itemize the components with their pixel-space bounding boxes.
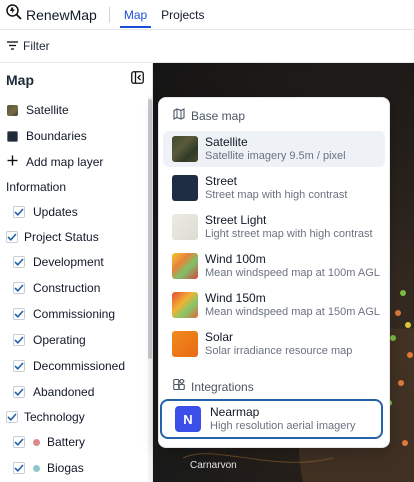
basemap-option-satellite[interactable]: Satellite Satellite imagery 9.5m / pixel [163,131,385,167]
filter-icon[interactable] [7,39,18,53]
integrations-section-header: Integrations [173,378,254,394]
map-icon [173,108,185,123]
top-navbar: RenewMap Map Projects [0,0,414,30]
add-map-layer-button[interactable]: Add map layer [0,149,152,175]
toggle-label: Updates [33,205,78,219]
basemap-option-street[interactable]: Street Street map with high contrast [163,170,385,206]
sidebar-scrollbar-thumb[interactable] [148,99,152,359]
option-desc: Street map with high contrast [205,189,348,201]
option-desc: Mean windspeed map at 150m AGL [205,306,380,318]
status-commissioning[interactable]: Commissioning [0,301,152,327]
collapse-sidebar-icon[interactable] [131,71,144,89]
option-title: Wind 150m [205,291,266,305]
layer-label: Boundaries [26,129,87,143]
basemap-section-header: Base map [173,108,245,123]
option-title: Wind 100m [205,252,266,266]
option-desc: High resolution aerial imagery [210,420,356,432]
brand-name: RenewMap [26,6,97,23]
technology-battery[interactable]: Battery [0,429,152,455]
option-title: Street Light [205,213,267,227]
option-desc: Light street map with high contrast [205,228,373,240]
filter-bar: Filter [0,30,414,63]
status-development[interactable]: Development [0,249,152,275]
brand-logo[interactable]: RenewMap [0,3,97,26]
integrations-section-title: Integrations [191,379,254,394]
nav-divider [108,6,110,23]
filter-button[interactable]: Filter [23,39,50,53]
checkbox-checked-icon[interactable] [13,386,25,398]
sidebar-title: Map [6,72,34,88]
status-label: Construction [33,281,101,295]
integration-option-nearmap[interactable]: N Nearmap High resolution aerial imagery [160,399,383,439]
tab-map[interactable]: Map [119,0,152,30]
checkbox-checked-icon[interactable] [13,462,25,474]
wind-100m-thumbnail-icon [172,253,198,279]
option-title: Street [205,174,238,188]
option-desc: Solar irradiance resource map [205,345,353,357]
section-information: Information [6,180,67,194]
status-label: Commissioning [33,307,116,321]
technology-label: Biogas [47,461,84,475]
map-place-label: Carnarvon [190,460,237,471]
basemap-section-title: Base map [191,108,246,123]
wind-150m-thumbnail-icon [172,292,198,318]
toggle-updates[interactable]: Updates [0,199,152,225]
status-operating[interactable]: Operating [0,327,152,353]
checkbox-checked-icon[interactable] [13,282,25,294]
checkbox-checked-icon[interactable] [13,206,25,218]
basemap-option-wind-150m[interactable]: Wind 150m Mean windspeed map at 150m AGL [163,287,385,323]
status-abandoned[interactable]: Abandoned [0,379,152,405]
basemap-option-wind-100m[interactable]: Wind 100m Mean windspeed map at 100m AGL [163,248,385,284]
tab-projects[interactable]: Projects [157,0,208,30]
satellite-thumbnail-icon [7,104,18,116]
solar-thumbnail-icon [172,331,198,357]
checkbox-checked-icon[interactable] [13,308,25,320]
checkbox-checked-icon[interactable] [13,256,25,268]
option-title: Nearmap [210,405,260,419]
status-label: Development [33,255,104,269]
street-light-thumbnail-icon [172,214,198,240]
add-map-layer-label: Add map layer [26,155,104,169]
nearmap-logo-icon: N [175,406,201,432]
layer-label: Satellite [26,103,69,117]
sidebar-header: Map [0,63,152,97]
biogas-color-dot [33,464,40,472]
option-desc: Mean windspeed map at 100m AGL [205,267,380,279]
plus-icon [7,155,18,169]
checkbox-checked-icon[interactable] [13,436,25,448]
layer-item-satellite[interactable]: Satellite [0,97,152,123]
basemap-dropdown: Base map Satellite Satellite imagery 9.5m… [158,97,390,448]
option-title: Solar [205,330,234,344]
section-technology[interactable]: Technology [0,405,152,429]
satellite-thumbnail-icon [172,136,198,162]
section-label: Project Status [24,230,99,244]
map-sidebar: Map Satellite Boundaries Add map layer I… [0,63,153,482]
status-label: Abandoned [33,385,95,399]
renewmap-logo-icon [5,3,23,26]
checkbox-checked-icon[interactable] [6,231,18,243]
layer-item-boundaries[interactable]: Boundaries [0,123,152,149]
basemap-option-street-light[interactable]: Street Light Light street map with high c… [163,209,385,245]
technology-label: Battery [47,435,86,449]
technology-biogas[interactable]: Biogas [0,455,152,481]
status-label: Operating [33,333,86,347]
option-title: Satellite [205,135,248,149]
status-construction[interactable]: Construction [0,275,152,301]
section-label: Technology [24,410,85,424]
checkbox-checked-icon[interactable] [13,360,25,372]
basemap-option-solar[interactable]: Solar Solar irradiance resource map [163,326,385,362]
integrations-icon [173,378,185,394]
section-project-status[interactable]: Project Status [0,225,152,249]
boundaries-thumbnail-icon [7,130,18,142]
checkbox-checked-icon[interactable] [6,411,18,423]
option-desc: Satellite imagery 9.5m / pixel [205,150,346,162]
battery-color-dot [33,438,40,446]
status-label: Decommissioned [33,359,126,373]
street-thumbnail-icon [172,175,198,201]
status-decommissioned[interactable]: Decommissioned [0,353,152,379]
checkbox-checked-icon[interactable] [13,334,25,346]
